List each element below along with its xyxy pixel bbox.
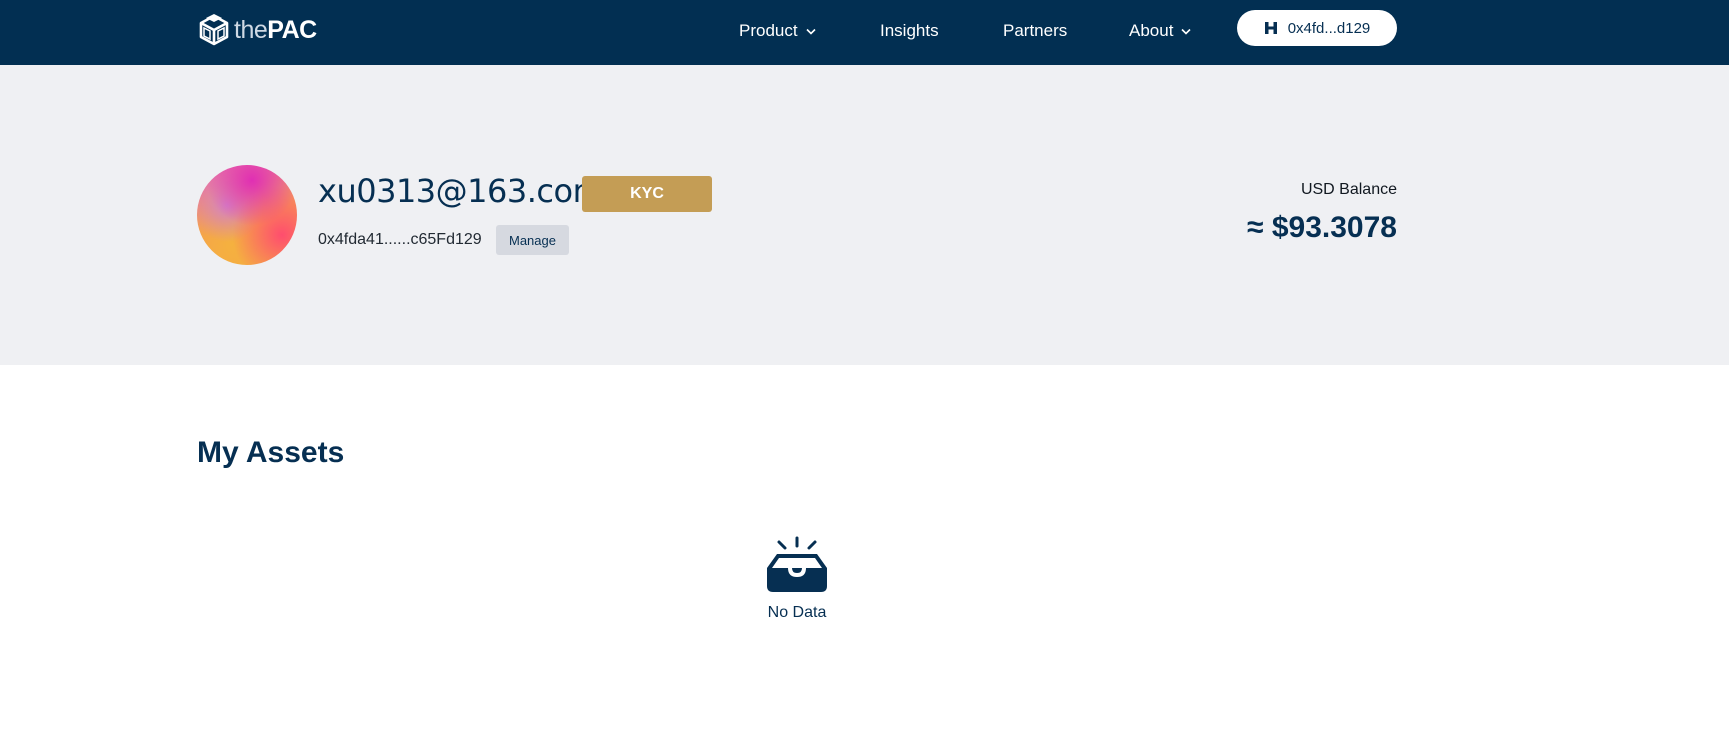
nav-product[interactable]: Product xyxy=(739,19,816,43)
no-data-text: No Data xyxy=(767,604,827,621)
inbox-icon xyxy=(767,536,827,592)
nav-about-label: About xyxy=(1129,21,1174,40)
chevron-down-icon xyxy=(806,28,816,35)
cube-logo-icon xyxy=(199,14,229,46)
nav-about[interactable]: About xyxy=(1129,19,1192,43)
nav-partners[interactable]: Partners xyxy=(1003,19,1067,43)
empty-state: No Data xyxy=(760,536,834,622)
avatar xyxy=(197,165,297,265)
usd-balance-label: USD Balance xyxy=(1300,181,1397,198)
brand-name: thePAC xyxy=(234,16,317,45)
manage-button[interactable]: Manage xyxy=(496,225,569,255)
kyc-badge[interactable]: KYC xyxy=(582,176,712,212)
wallet-button[interactable]: 0x4fd...d129 xyxy=(1237,10,1397,46)
nav-insights[interactable]: Insights xyxy=(880,19,939,43)
my-assets-title: My Assets xyxy=(197,436,345,469)
nav-partners-label: Partners xyxy=(1003,21,1068,40)
top-navbar: thePAC Product Insights Partners About 0… xyxy=(0,0,1729,65)
wallet-address: 0x4fda41......c65Fd129 xyxy=(318,231,482,248)
usd-balance-value: ≈ $93.3078 xyxy=(1247,211,1397,244)
brand-name-bold: PAC xyxy=(267,15,317,44)
nav-insights-label: Insights xyxy=(880,21,939,40)
wallet-address-label: 0x4fd...d129 xyxy=(1287,19,1371,37)
wallet-h-icon xyxy=(1264,22,1277,34)
user-email: xu0313@163.com xyxy=(318,172,604,210)
profile-section: xu0313@163.com KYC 0x4fda41......c65Fd12… xyxy=(0,65,1729,365)
chevron-down-icon xyxy=(1181,28,1192,35)
nav-product-label: Product xyxy=(739,21,798,40)
brand-name-light: the xyxy=(234,15,268,44)
brand-logo[interactable]: thePAC xyxy=(196,12,317,48)
